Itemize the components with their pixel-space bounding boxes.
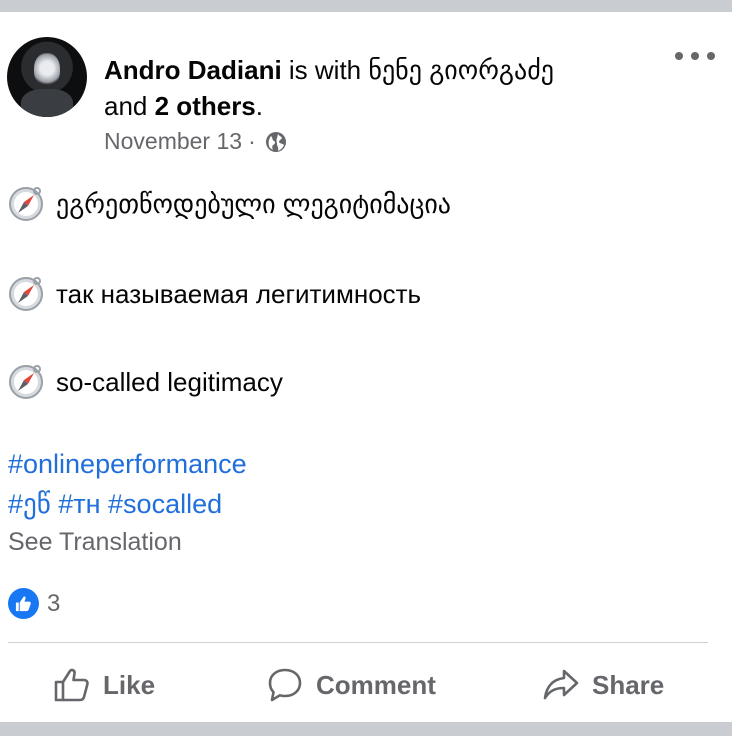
more-dot bbox=[691, 52, 699, 60]
line-text: ეგრეთწოდებული ლეგიტიმაცია bbox=[56, 188, 452, 219]
share-button[interactable]: Share bbox=[542, 662, 664, 708]
share-label: Share bbox=[592, 669, 665, 700]
thumbs-up-outline-icon bbox=[54, 668, 89, 702]
line-text: так называемая легитимность bbox=[56, 278, 422, 309]
author-avatar[interactable] bbox=[7, 37, 87, 117]
post-line-english: so-called legitimacy bbox=[8, 364, 283, 400]
avatar-face bbox=[34, 53, 60, 87]
comment-bubble-icon bbox=[268, 668, 302, 702]
reaction-count: 3 bbox=[47, 589, 61, 617]
meta-separator: · bbox=[248, 128, 256, 154]
more-dot bbox=[675, 52, 683, 60]
share-arrow-icon bbox=[543, 669, 579, 700]
like-button[interactable]: Like bbox=[53, 662, 155, 708]
hashtag-russian[interactable]: #тн bbox=[58, 489, 100, 519]
post-line-georgian: ეგრეთწოდებული ლეგიტიმაცია bbox=[8, 186, 451, 222]
compass-emoji-icon bbox=[9, 365, 43, 399]
post-date-link[interactable]: November 13 bbox=[104, 128, 242, 155]
post-meta: November 13 · bbox=[104, 128, 288, 155]
post-header-text: Andro Dadiani is with ნენე გიორგაძე and … bbox=[104, 52, 644, 124]
comment-button[interactable]: Comment bbox=[266, 662, 436, 708]
hashtag-line-1: #onlineperformance bbox=[8, 449, 247, 480]
compass-emoji-icon bbox=[9, 277, 43, 311]
post-line-russian: так называемая легитимность bbox=[8, 276, 421, 312]
reactions-summary[interactable]: 3 bbox=[8, 588, 60, 619]
top-separator-band bbox=[0, 0, 732, 12]
bottom-separator-band bbox=[0, 722, 732, 736]
like-label: Like bbox=[103, 669, 156, 700]
period-text: . bbox=[255, 91, 264, 121]
more-dot bbox=[707, 52, 715, 60]
globe-icon bbox=[265, 131, 286, 152]
tagged-person-link[interactable]: ნენე გიორგაძე bbox=[368, 55, 554, 85]
see-translation-link[interactable]: See Translation bbox=[8, 528, 182, 557]
compass-emoji-icon bbox=[9, 187, 43, 221]
and-text: and bbox=[104, 91, 148, 121]
like-reaction-icon bbox=[8, 588, 39, 619]
avatar-shoulders bbox=[21, 89, 73, 117]
comment-label: Comment bbox=[316, 669, 436, 700]
line-text: so-called legitimacy bbox=[56, 366, 283, 397]
hashtag-socalled[interactable]: #socalled bbox=[108, 489, 222, 519]
hashtag-onlineperformance[interactable]: #onlineperformance bbox=[8, 449, 247, 479]
more-options-icon[interactable] bbox=[675, 46, 715, 66]
hashtag-line-2: #ეწ #тн #socalled bbox=[8, 489, 222, 520]
thumbs-up-icon bbox=[15, 596, 31, 612]
with-text: is with bbox=[288, 55, 362, 85]
actions-divider bbox=[8, 642, 708, 643]
hashtag-georgian[interactable]: #ეწ bbox=[8, 489, 51, 519]
others-link[interactable]: 2 others bbox=[155, 91, 256, 121]
author-name-link[interactable]: Andro Dadiani bbox=[104, 55, 282, 85]
